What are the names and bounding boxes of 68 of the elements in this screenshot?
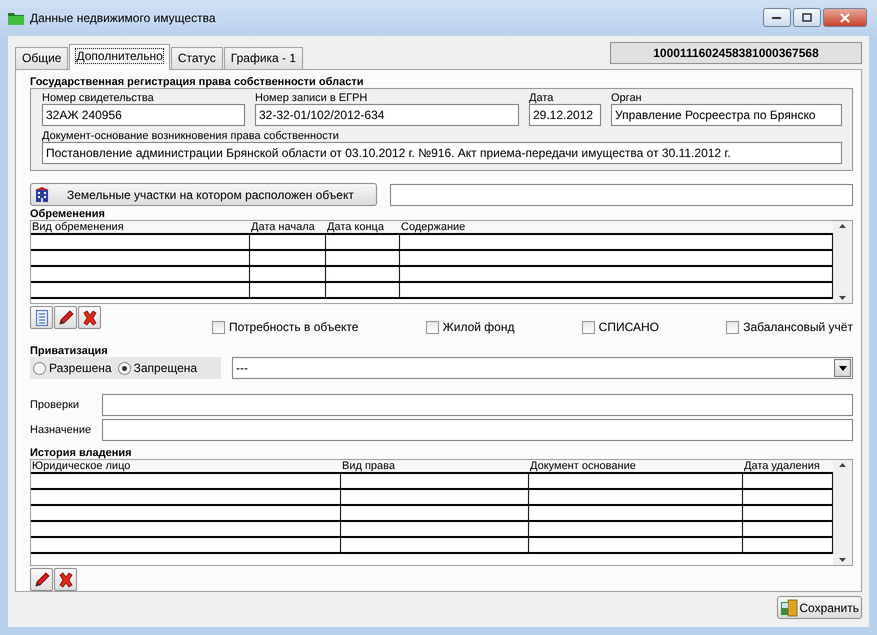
text-field[interactable]: Управление Росреестра по Брянско bbox=[611, 104, 842, 126]
tab[interactable]: Статус bbox=[170, 47, 223, 69]
field-label: Проверки bbox=[30, 398, 80, 413]
close-button[interactable] bbox=[823, 8, 867, 27]
field-label: Документ-основание возникновения права собственности bbox=[42, 130, 340, 142]
privatization-dropdown[interactable]: --- bbox=[232, 357, 853, 379]
section-title: История владения bbox=[30, 447, 133, 459]
field-label: Назначение bbox=[30, 422, 92, 438]
text-field[interactable]: 29.12.2012 bbox=[529, 104, 601, 126]
checkbox[interactable]: Жилой фонд bbox=[426, 318, 514, 336]
tab[interactable]: Дополнительно bbox=[69, 44, 170, 70]
save-icon bbox=[780, 598, 798, 616]
delete-icon bbox=[58, 572, 74, 588]
save-button[interactable]: Сохранить bbox=[777, 596, 862, 619]
column-header: Вид обременения bbox=[31, 221, 125, 233]
section-title: Приватизация bbox=[30, 345, 109, 357]
scroll-down-icon[interactable] bbox=[839, 296, 846, 300]
scroll-down-icon[interactable] bbox=[839, 558, 846, 562]
group-title: Государственная регистрация права собственности области bbox=[30, 76, 364, 88]
field-label: Номер записи в ЕГРН bbox=[255, 92, 368, 104]
close-icon bbox=[839, 12, 851, 22]
delete-button[interactable] bbox=[78, 306, 101, 329]
scrollbar[interactable] bbox=[833, 460, 852, 565]
checkbox[interactable]: Потребность в объекте bbox=[212, 318, 358, 336]
section-title: Обременения bbox=[30, 208, 106, 220]
column-header: Дата удаления bbox=[743, 460, 821, 472]
maximize-icon bbox=[802, 13, 812, 22]
delete-button[interactable] bbox=[54, 568, 77, 591]
maximize-button[interactable] bbox=[793, 8, 821, 27]
field-label: Дата bbox=[529, 92, 554, 104]
text-field[interactable] bbox=[102, 394, 853, 416]
record-id: 1000111602458381000367568 bbox=[610, 42, 862, 64]
edit-button[interactable] bbox=[54, 306, 77, 329]
radio-button[interactable]: Запрещена bbox=[118, 359, 198, 377]
column-header: Содержание bbox=[400, 221, 466, 233]
basis-document-field[interactable]: Постановление администрации Брянской области от 03.10.2012 г. №916. Акт приема-передачи имущества от 30.11.2012 г. bbox=[42, 142, 842, 164]
edit-button[interactable] bbox=[30, 568, 53, 591]
pencil-icon bbox=[34, 572, 50, 588]
column-header: Дата начала bbox=[250, 221, 316, 233]
scrollbar[interactable] bbox=[833, 221, 852, 303]
dropdown-arrow-icon bbox=[838, 366, 846, 370]
delete-icon bbox=[82, 310, 98, 326]
column-header: Дата конца bbox=[326, 221, 385, 233]
column-header: Юридическое лицо bbox=[31, 460, 132, 472]
building-icon bbox=[35, 187, 49, 202]
document-icon bbox=[36, 310, 48, 326]
checkbox[interactable]: Забалансовый учёт bbox=[726, 318, 853, 336]
checkbox[interactable]: СПИСАНО bbox=[582, 318, 659, 336]
minimize-icon bbox=[772, 16, 782, 20]
text-field[interactable] bbox=[102, 419, 853, 441]
folder-icon bbox=[8, 11, 24, 25]
pencil-icon bbox=[58, 310, 74, 326]
tab[interactable]: Общие bbox=[15, 47, 68, 69]
field-label: Орган bbox=[611, 92, 643, 104]
minimize-button[interactable] bbox=[763, 8, 791, 27]
window-title: Данные недвижимого имущества bbox=[30, 10, 216, 27]
column-header: Документ основание bbox=[529, 460, 637, 472]
land-plots-button[interactable]: Земельные участки на котором расположен объект bbox=[30, 183, 377, 206]
tab[interactable]: Графика - 1 bbox=[224, 47, 304, 69]
scroll-up-icon[interactable] bbox=[839, 463, 846, 467]
column-header: Вид права bbox=[341, 460, 396, 472]
field-label: Номер свидетельства bbox=[42, 92, 155, 104]
land-plots-field[interactable] bbox=[390, 184, 853, 206]
text-field[interactable]: 32-32-01/102/2012-634 bbox=[255, 104, 519, 126]
radio-button[interactable]: Разрешена bbox=[33, 359, 112, 377]
scroll-up-icon[interactable] bbox=[839, 224, 846, 228]
text-field[interactable]: 32АЖ 240956 bbox=[42, 104, 245, 126]
add-button[interactable] bbox=[30, 306, 53, 329]
